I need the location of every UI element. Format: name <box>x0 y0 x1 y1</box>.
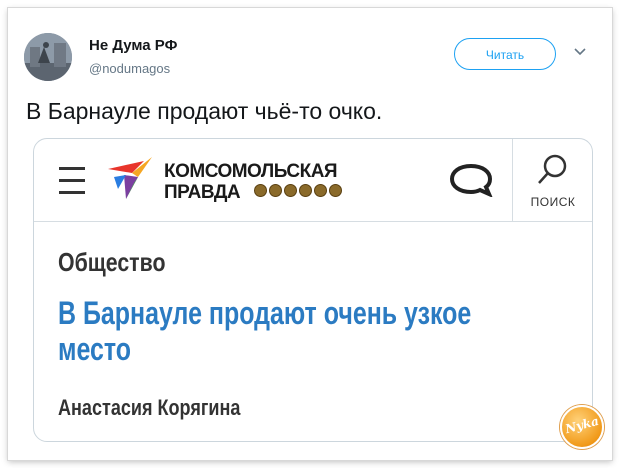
comment-icon[interactable] <box>449 163 493 197</box>
avatar[interactable] <box>24 33 72 81</box>
logo-text-line2: ПРАВДА <box>164 182 241 203</box>
follow-button[interactable]: Читать <box>454 38 556 70</box>
search-button[interactable]: ПОИСК <box>512 139 592 221</box>
logo-medals <box>254 184 344 200</box>
article-headline[interactable]: В Барнауле продают очень узкое место <box>58 295 526 367</box>
search-icon <box>538 154 567 184</box>
search-label: ПОИСК <box>530 195 576 209</box>
section-title[interactable]: Общество <box>58 247 165 278</box>
tweet-header: Не Дума РФ @nodumagos Читать <box>24 33 594 83</box>
watermark-logo: Nyka <box>560 405 604 449</box>
chevron-down-icon[interactable] <box>572 43 588 59</box>
site-header: КОМСОМОЛЬСКАЯ ПРАВДА ПОИСК <box>34 139 592 222</box>
tweet-text: В Барнауле продают чьё-то очко. <box>26 98 383 124</box>
article-author: Анастасия Корягина <box>58 395 241 420</box>
user-handle[interactable]: @nodumagos <box>89 61 170 76</box>
avatar-image <box>24 33 72 81</box>
hamburger-menu-icon[interactable] <box>59 165 85 199</box>
display-name[interactable]: Не Дума РФ <box>89 37 177 54</box>
logo-bird-icon <box>108 157 152 199</box>
logo-text-line1: КОМСОМОЛЬСКАЯ <box>164 161 338 182</box>
link-preview-card[interactable]: КОМСОМОЛЬСКАЯ ПРАВДА ПОИСК Общество В Ба… <box>33 138 593 442</box>
